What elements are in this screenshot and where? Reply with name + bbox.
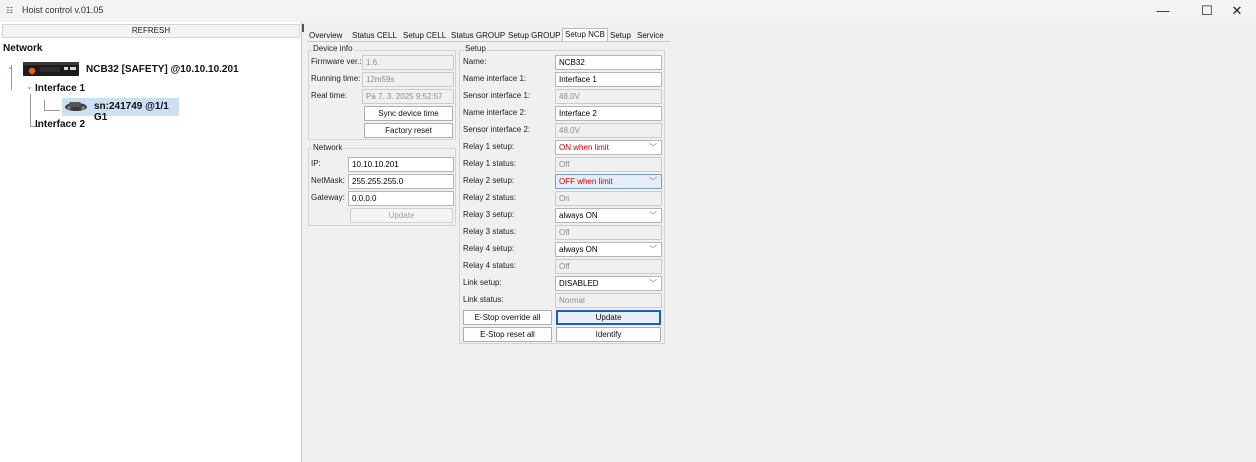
ip-input[interactable]: 10.10.10.201 — [348, 157, 454, 172]
collapse-arrow-icon[interactable]: ⌄ — [7, 62, 14, 71]
link-status-field: Normal — [555, 293, 662, 308]
tree-item-interface-2[interactable]: Interface 2 — [35, 119, 85, 130]
ip-label: IP: — [311, 159, 321, 168]
relay-3-setup-select[interactable]: always ON ﹀ — [555, 208, 662, 223]
controller-device-icon — [22, 60, 80, 78]
running-time-label: Running time: — [311, 74, 361, 83]
title-bar: ☷ Hoist control v.01.05 — ☐ ✕ — [0, 0, 1256, 22]
name-input[interactable]: NCB32 — [555, 55, 662, 70]
chevron-down-icon: ﹀ — [649, 279, 657, 288]
sync-device-time-button[interactable]: Sync device time — [364, 106, 453, 121]
relay-4-setup-label: Relay 4 setup: — [463, 244, 515, 253]
relay-3-setup-value: always ON — [559, 211, 598, 220]
relay-2-setup-label: Relay 2 setup: — [463, 176, 515, 185]
netmask-label: NetMask: — [311, 176, 345, 185]
running-time-field: 12m59s — [362, 72, 454, 87]
link-setup-select[interactable]: DISABLED ﹀ — [555, 276, 662, 291]
network-legend: Network — [312, 143, 344, 152]
tree-item-interface-1[interactable]: Interface 1 — [35, 83, 85, 94]
identify-button[interactable]: Identify — [556, 327, 661, 342]
gateway-label: Gateway: — [311, 193, 345, 202]
relay-3-status-label: Relay 3 status: — [463, 227, 516, 236]
relay-2-status-field: On — [555, 191, 662, 206]
window-title: Hoist control v.01.05 — [22, 5, 104, 15]
tab-strip-line — [307, 41, 670, 42]
sensor-interface-1-label: Sensor interface 1: — [463, 91, 531, 100]
relay-1-status-field: Off — [555, 157, 662, 172]
relay-1-setup-value: ON when limit — [559, 143, 609, 152]
name-interface-2-input[interactable]: Interface 2 — [555, 106, 662, 121]
firmware-label: Firmware ver.: — [311, 57, 362, 66]
relay-2-status-label: Relay 2 status: — [463, 193, 516, 202]
factory-reset-button[interactable]: Factory reset — [364, 123, 453, 138]
chevron-down-icon: ﹀ — [649, 143, 657, 152]
relay-2-setup-value: OFF when limit — [559, 177, 613, 186]
estop-reset-all-button[interactable]: E-Stop reset all — [463, 327, 552, 342]
name-interface-1-input[interactable]: Interface 1 — [555, 72, 662, 87]
sensor-interface-1-field: 48.0V — [555, 89, 662, 104]
relay-3-status-field: Off — [555, 225, 662, 240]
gateway-input[interactable]: 0.0.0.0 — [348, 191, 454, 206]
relay-1-setup-label: Relay 1 setup: — [463, 142, 515, 151]
relay-4-setup-select[interactable]: always ON ﹀ — [555, 242, 662, 257]
relay-4-status-label: Relay 4 status: — [463, 261, 516, 270]
tree-item-node-selected[interactable]: sn:241749 @1/1 G1 — [62, 98, 179, 123]
close-button[interactable]: ✕ — [1214, 0, 1256, 22]
setup-legend: Setup — [464, 44, 487, 53]
tree-line — [44, 100, 45, 110]
link-setup-label: Link setup: — [463, 278, 502, 287]
chevron-down-icon: ﹀ — [649, 211, 657, 220]
estop-override-all-button[interactable]: E-Stop override all — [463, 310, 552, 325]
tree-line — [44, 110, 60, 111]
setup-update-button[interactable]: Update — [556, 310, 661, 325]
name-interface-2-label: Name interface 2: — [463, 108, 527, 117]
tree-root-network[interactable]: Network — [3, 43, 42, 54]
relay-1-status-label: Relay 1 status: — [463, 159, 516, 168]
link-status-label: Link status: — [463, 295, 504, 304]
relay-4-setup-value: always ON — [559, 245, 598, 254]
refresh-button[interactable]: REFRESH — [2, 24, 300, 38]
relay-4-status-field: Off — [555, 259, 662, 274]
network-tree-pane: REFRESH Network ⌄ ⌄ NCB32 [SAFETY] @10.1… — [0, 22, 302, 462]
collapse-arrow-icon[interactable]: ⌄ — [26, 82, 33, 91]
link-setup-value: DISABLED — [559, 279, 599, 288]
chevron-down-icon: ﹀ — [649, 245, 657, 254]
tree-item-device[interactable]: NCB32 [SAFETY] @10.10.10.201 — [86, 64, 239, 75]
firmware-field: 1.6. — [362, 55, 454, 70]
hoist-icon: ☷ — [6, 6, 14, 15]
relay-3-setup-label: Relay 3 setup: — [463, 210, 515, 219]
hoist-motor-icon — [63, 100, 89, 112]
sensor-interface-2-field: 48.0V — [555, 123, 662, 138]
network-update-button[interactable]: Update — [350, 208, 453, 223]
netmask-input[interactable]: 255.255.255.0 — [348, 174, 454, 189]
relay-1-setup-select[interactable]: ON when limit ﹀ — [555, 140, 662, 155]
real-time-label: Real time: — [311, 91, 348, 100]
chevron-down-icon: ﹀ — [649, 177, 657, 186]
minimize-button[interactable]: — — [1140, 0, 1186, 22]
device-info-legend: Device info — [312, 44, 354, 53]
tab-setup-ncb[interactable]: Setup NCB — [562, 28, 609, 42]
relay-2-setup-select[interactable]: OFF when limit ﹀ — [555, 174, 662, 189]
name-label: Name: — [463, 57, 487, 66]
tree-item-node-label: sn:241749 @1/1 G1 — [94, 101, 169, 123]
real-time-field: Pá 7. 3. 2025 9:52:57 — [362, 89, 454, 104]
sensor-interface-2-label: Sensor interface 2: — [463, 125, 531, 134]
tree-line — [30, 94, 31, 126]
name-interface-1-label: Name interface 1: — [463, 74, 527, 83]
